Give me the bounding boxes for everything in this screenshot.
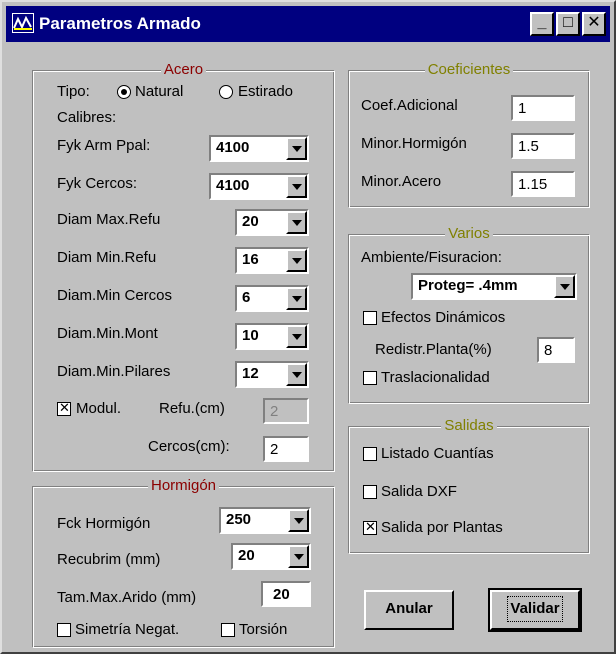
calibres-label: Calibres: xyxy=(57,109,117,126)
minor-acero-input[interactable]: 1.15 xyxy=(511,171,575,197)
fck-hormigon-label: Fck Hormigón xyxy=(57,515,151,532)
diam-max-refu-label: Diam Max.Refu xyxy=(57,211,161,228)
fck-hormigon-select[interactable]: 250 xyxy=(219,507,311,534)
title-bar[interactable]: Parametros Armado _ □ ✕ xyxy=(6,6,610,42)
torsion-checkbox[interactable] xyxy=(221,623,235,637)
efectos-dinamicos-label[interactable]: Efectos Dinámicos xyxy=(381,309,505,327)
diam-min-cercos-label: Diam.Min Cercos xyxy=(57,287,173,304)
validar-button-label: Validar xyxy=(507,596,563,622)
maximize-button[interactable]: □ xyxy=(556,12,580,36)
acero-legend: Acero xyxy=(160,61,207,78)
dialog-window: Parametros Armado _ □ ✕ Acero Tipo: Natu… xyxy=(0,0,616,654)
refu-cm-input[interactable]: 2 xyxy=(263,398,309,424)
chevron-down-icon[interactable] xyxy=(554,275,575,298)
salidas-legend: Salidas xyxy=(441,417,497,434)
chevron-down-icon[interactable] xyxy=(286,175,307,198)
diam-max-refu-select[interactable]: 20 xyxy=(235,209,309,236)
acero-group: Acero Tipo: Natural Estirado Calibres: F… xyxy=(32,61,335,472)
fyk-arm-ppal-select[interactable]: 4100 xyxy=(209,135,309,162)
natural-radio[interactable] xyxy=(117,85,131,99)
diam-min-refu-select[interactable]: 16 xyxy=(235,247,309,274)
chevron-down-icon[interactable] xyxy=(288,509,309,532)
chevron-down-icon[interactable] xyxy=(286,363,307,386)
coeficientes-group: Coeficientes Coef.Adicional 1 Minor.Horm… xyxy=(348,61,590,208)
diam-min-pilares-label: Diam.Min.Pilares xyxy=(57,363,171,380)
natural-label[interactable]: Natural xyxy=(135,83,183,101)
minimize-button[interactable]: _ xyxy=(530,12,554,36)
modul-label[interactable]: Modul. xyxy=(76,400,121,418)
fyk-cercos-label: Fyk Cercos: xyxy=(57,175,138,192)
cercos-cm-label: Cercos(cm): xyxy=(148,438,230,455)
traslacionalidad-checkbox[interactable] xyxy=(363,371,377,385)
salida-dxf-checkbox[interactable] xyxy=(363,485,377,499)
estirado-radio[interactable] xyxy=(219,85,233,99)
listado-cuantias-checkbox[interactable] xyxy=(363,447,377,461)
beam-icon xyxy=(12,13,34,33)
diam-min-mont-select[interactable]: 10 xyxy=(235,323,309,350)
modul-checkbox[interactable] xyxy=(57,400,71,416)
salidas-group: Salidas Listado Cuantías Salida DXF Sali… xyxy=(348,417,590,554)
diam-min-refu-label: Diam Min.Refu xyxy=(57,249,157,266)
diam-min-mont-label: Diam.Min.Mont xyxy=(57,325,158,342)
varios-legend: Varios xyxy=(445,225,493,242)
listado-cuantias-label[interactable]: Listado Cuantías xyxy=(381,445,494,463)
chevron-down-icon[interactable] xyxy=(286,211,307,234)
diam-min-cercos-select[interactable]: 6 xyxy=(235,285,309,312)
efectos-dinamicos-checkbox[interactable] xyxy=(363,311,377,325)
salida-plantas-checkbox[interactable] xyxy=(363,519,377,535)
chevron-down-icon[interactable] xyxy=(288,545,309,568)
coef-adicional-input[interactable]: 1 xyxy=(511,95,575,121)
estirado-label[interactable]: Estirado xyxy=(238,83,293,101)
ambiente-label: Ambiente/Fisuracion: xyxy=(361,249,502,266)
chevron-down-icon[interactable] xyxy=(286,137,307,160)
cercos-cm-input[interactable]: 2 xyxy=(263,436,309,462)
traslacionalidad-label[interactable]: Traslacionalidad xyxy=(381,369,490,387)
chevron-down-icon[interactable] xyxy=(286,249,307,272)
chevron-down-icon[interactable] xyxy=(286,325,307,348)
fyk-cercos-select[interactable]: 4100 xyxy=(209,173,309,200)
redistr-planta-label: Redistr.Planta(%) xyxy=(375,341,492,358)
chevron-down-icon[interactable] xyxy=(286,287,307,310)
minor-hormigon-input[interactable]: 1.5 xyxy=(511,133,575,159)
hormigon-legend: Hormigón xyxy=(147,477,220,494)
minor-acero-label: Minor.Acero xyxy=(361,173,442,190)
salida-plantas-label[interactable]: Salida por Plantas xyxy=(381,519,503,537)
salida-dxf-label[interactable]: Salida DXF xyxy=(381,483,457,501)
simetria-label[interactable]: Simetría Negat. xyxy=(75,621,179,639)
minor-hormigon-label: Minor.Hormigón xyxy=(361,135,467,152)
recubrim-select[interactable]: 20 xyxy=(231,543,311,570)
diam-min-pilares-select[interactable]: 12 xyxy=(235,361,309,388)
window-title: Parametros Armado xyxy=(39,14,201,33)
fyk-arm-ppal-label: Fyk Arm Ppal: xyxy=(57,137,151,154)
ambiente-select[interactable]: Proteg= .4mm xyxy=(411,273,577,300)
recubrim-label: Recubrim (mm) xyxy=(57,551,161,568)
anular-button-label: Anular xyxy=(385,600,433,617)
refu-cm-label: Refu.(cm) xyxy=(159,400,225,417)
coef-adicional-label: Coef.Adicional xyxy=(361,97,458,114)
tam-max-arido-input[interactable]: 20 xyxy=(261,581,311,607)
tam-max-arido-label: Tam.Max.Arido (mm) xyxy=(57,589,197,606)
torsion-label[interactable]: Torsión xyxy=(239,621,287,639)
close-button[interactable]: ✕ xyxy=(582,12,606,36)
validar-button[interactable]: Validar xyxy=(488,588,582,632)
tipo-label: Tipo: xyxy=(57,83,90,100)
redistr-planta-input[interactable]: 8 xyxy=(537,337,575,363)
hormigon-group: Hormigón Fck Hormigón 250 Recubrim (mm) … xyxy=(32,477,335,648)
anular-button[interactable]: Anular xyxy=(364,590,454,630)
coeficientes-legend: Coeficientes xyxy=(424,61,514,78)
simetria-checkbox[interactable] xyxy=(57,623,71,637)
varios-group: Varios Ambiente/Fisuracion: Proteg= .4mm… xyxy=(348,225,590,404)
